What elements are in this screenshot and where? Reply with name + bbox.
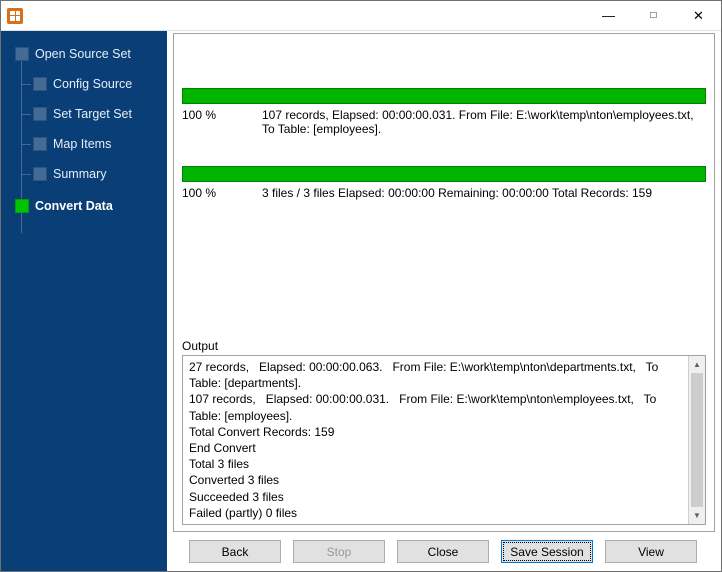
back-button[interactable]: Back xyxy=(189,540,281,563)
file-progress-section: 100 % 107 records, Elapsed: 00:00:00.031… xyxy=(182,88,706,136)
file-progress-line1: 107 records, Elapsed: 00:00:00.031. From… xyxy=(262,108,694,122)
app-icon xyxy=(7,8,23,24)
overall-progress-section: 100 % 3 files / 3 files Elapsed: 00:00:0… xyxy=(182,166,706,200)
sidebar-item-summary[interactable]: Summary xyxy=(11,161,159,187)
sidebar-item-label: Config Source xyxy=(53,77,132,91)
sidebar-item-config-source[interactable]: Config Source xyxy=(11,71,159,97)
output-scrollbar[interactable]: ▲ ▼ xyxy=(688,356,705,524)
scroll-thumb[interactable] xyxy=(691,373,703,507)
maximize-button[interactable]: □ xyxy=(631,1,676,30)
overall-progress-bar xyxy=(182,166,706,182)
sidebar-item-convert-data[interactable]: Convert Data xyxy=(11,193,159,219)
overall-progress-line1: 3 files / 3 files Elapsed: 00:00:00 Rema… xyxy=(262,186,706,200)
sidebar-item-label: Map Items xyxy=(53,137,111,151)
stop-button: Stop xyxy=(293,540,385,563)
view-button[interactable]: View xyxy=(605,540,697,563)
file-progress-line2: To Table: [employees]. xyxy=(262,122,381,136)
button-bar: Back Stop Close Save Session View xyxy=(173,532,715,565)
app-window: — □ ✕ Open Source Set Config Source Set … xyxy=(0,0,722,572)
scroll-up-icon[interactable]: ▲ xyxy=(689,356,705,373)
output-box: 27 records, Elapsed: 00:00:00.063. From … xyxy=(182,355,706,525)
overall-progress-percent: 100 % xyxy=(182,186,262,200)
close-window-button[interactable]: ✕ xyxy=(676,1,721,30)
scroll-down-icon[interactable]: ▼ xyxy=(689,507,705,524)
wizard-sidebar: Open Source Set Config Source Set Target… xyxy=(1,31,167,571)
minimize-button[interactable]: — xyxy=(586,1,631,30)
file-progress-percent: 100 % xyxy=(182,108,262,136)
content-area: 100 % 107 records, Elapsed: 00:00:00.031… xyxy=(173,33,715,532)
file-progress-bar xyxy=(182,88,706,104)
titlebar: — □ ✕ xyxy=(1,1,721,31)
sidebar-item-label: Set Target Set xyxy=(53,107,132,121)
output-label: Output xyxy=(182,339,706,353)
sidebar-item-label: Convert Data xyxy=(35,199,113,213)
main-panel: 100 % 107 records, Elapsed: 00:00:00.031… xyxy=(167,31,721,571)
save-session-button[interactable]: Save Session xyxy=(501,540,593,563)
close-button[interactable]: Close xyxy=(397,540,489,563)
output-text[interactable]: 27 records, Elapsed: 00:00:00.063. From … xyxy=(183,356,688,524)
sidebar-item-set-target-set[interactable]: Set Target Set xyxy=(11,101,159,127)
sidebar-item-label: Summary xyxy=(53,167,106,181)
sidebar-item-open-source-set[interactable]: Open Source Set xyxy=(11,41,159,67)
sidebar-item-label: Open Source Set xyxy=(35,47,131,61)
sidebar-item-map-items[interactable]: Map Items xyxy=(11,131,159,157)
